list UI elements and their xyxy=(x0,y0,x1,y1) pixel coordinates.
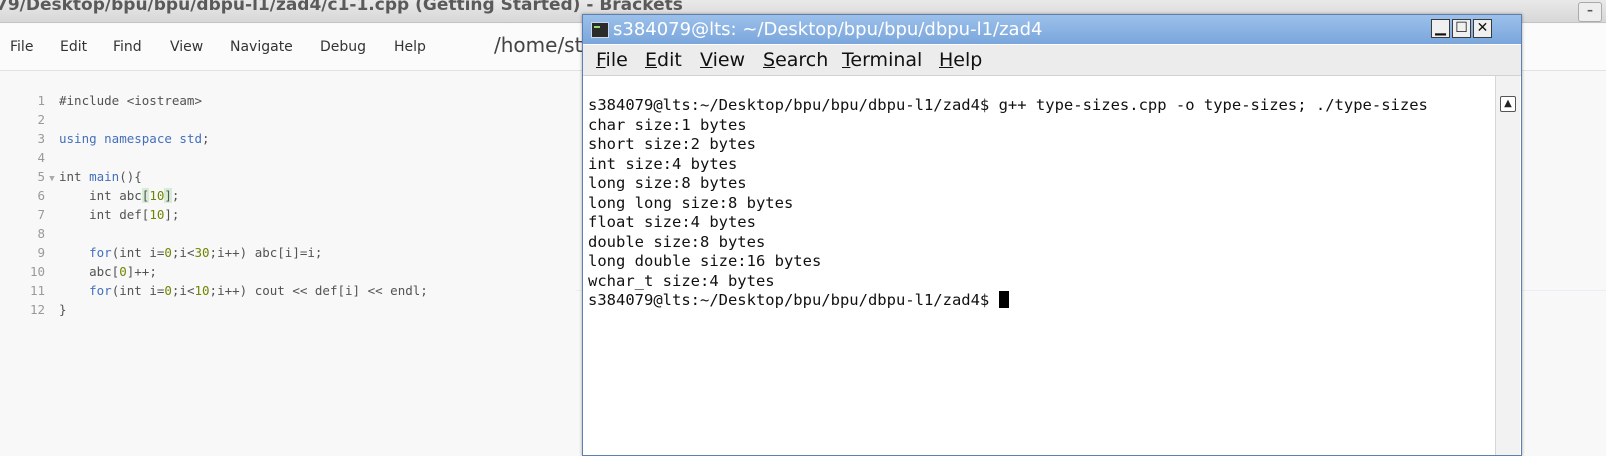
terminal-prompt-line[interactable]: s384079@lts:~/Desktop/bpu/bpu/dbpu-l1/za… xyxy=(588,290,1009,310)
terminal-line: short size:2 bytes xyxy=(588,135,756,153)
code-line[interactable]: 3 using namespace std; xyxy=(0,129,209,148)
brackets-menu-edit[interactable]: Edit xyxy=(60,39,87,55)
line-number: 12 xyxy=(29,302,45,317)
brackets-file-path: /home/st xyxy=(494,33,583,57)
line-number: 1 xyxy=(37,93,45,108)
line-number: 5 xyxy=(37,169,45,184)
code-line[interactable]: 7 int def[10]; xyxy=(0,205,179,224)
close-button[interactable]: ✕ xyxy=(1473,19,1492,38)
line-number: 4 xyxy=(37,150,45,165)
brackets-menu-find[interactable]: Find xyxy=(113,39,142,55)
terminal-line: wchar_t size:4 bytes xyxy=(588,272,775,290)
line-number: 3 xyxy=(37,131,45,146)
code-line[interactable]: 2 xyxy=(0,110,45,129)
code-line[interactable]: 12} xyxy=(0,300,67,319)
terminal-menu-help[interactable]: Help xyxy=(939,49,982,71)
terminal-cursor xyxy=(998,291,1009,308)
code-line[interactable]: 8 xyxy=(0,224,45,243)
terminal-line: long double size:16 bytes xyxy=(588,252,822,270)
brackets-menu-file[interactable]: File xyxy=(10,39,33,55)
terminal-window[interactable]: s384079@lts: ~/Desktop/bpu/bpu/dbpu-l1/z… xyxy=(582,14,1522,456)
terminal-menu-file[interactable]: File xyxy=(596,49,628,71)
terminal-menu-terminal[interactable]: Terminal xyxy=(842,49,922,71)
terminal-menu-view[interactable]: View xyxy=(700,49,745,71)
terminal-scrollbar[interactable]: ▲ xyxy=(1495,76,1520,455)
terminal-line: long long size:8 bytes xyxy=(588,194,794,212)
terminal-line: s384079@lts:~/Desktop/bpu/bpu/dbpu-l1/za… xyxy=(588,96,1428,114)
terminal-line: int size:4 bytes xyxy=(588,155,738,173)
brackets-window-title: 79/Desktop/bpu/bpu/dbpu-l1/zad4/c1-1.cpp… xyxy=(0,0,683,15)
line-number: 10 xyxy=(29,264,45,279)
line-number: 6 xyxy=(37,188,45,203)
code-line[interactable]: 1 #include <iostream> xyxy=(0,91,202,110)
line-number: 8 xyxy=(37,226,45,241)
brackets-menu-navigate[interactable]: Navigate xyxy=(230,39,293,55)
line-number: 9 xyxy=(37,245,45,260)
terminal-line: char size:1 bytes xyxy=(588,116,747,134)
code-line[interactable]: 4 xyxy=(0,148,45,167)
terminal-menu-bar: File Edit View Search Terminal Help xyxy=(583,45,1521,76)
brackets-menu-debug[interactable]: Debug xyxy=(320,39,366,55)
terminal-prompt: s384079@lts:~/Desktop/bpu/bpu/dbpu-l1/za… xyxy=(588,291,999,309)
code-line[interactable]: 5 ▼ int main(){ xyxy=(0,167,141,186)
brackets-menu-view[interactable]: View xyxy=(170,39,203,55)
bracket-match-highlight: ] xyxy=(164,188,172,203)
brackets-minimize-button[interactable]: – xyxy=(1578,2,1602,22)
terminal-menu-edit[interactable]: Edit xyxy=(645,49,682,71)
terminal-icon xyxy=(591,22,609,38)
terminal-window-title: s384079@lts: ~/Desktop/bpu/bpu/dbpu-l1/z… xyxy=(613,19,1043,40)
line-number: 2 xyxy=(37,112,45,127)
brackets-menu-help[interactable]: Help xyxy=(394,39,426,55)
code-line[interactable]: 10 abc[0]++; xyxy=(0,262,157,281)
terminal-output[interactable]: s384079@lts:~/Desktop/bpu/bpu/dbpu-l1/za… xyxy=(583,76,1493,455)
code-line[interactable]: 11 for(int i=0;i<10;i++) cout << def[i] … xyxy=(0,281,428,300)
scroll-up-arrow-icon[interactable]: ▲ xyxy=(1500,96,1516,112)
terminal-menu-search[interactable]: Search xyxy=(763,49,828,71)
line-number: 7 xyxy=(37,207,45,222)
terminal-line: long size:8 bytes xyxy=(588,174,747,192)
maximize-button[interactable]: ☐ xyxy=(1452,19,1471,38)
minimize-button[interactable]: ▁ xyxy=(1431,19,1450,38)
code-line[interactable]: 9 for(int i=0;i<30;i++) abc[i]=i; xyxy=(0,243,322,262)
terminal-line: float size:4 bytes xyxy=(588,213,756,231)
code-line[interactable]: 6 int abc[10]; xyxy=(0,186,179,205)
line-number: 11 xyxy=(29,283,45,298)
terminal-line: double size:8 bytes xyxy=(588,233,766,251)
terminal-title-bar[interactable]: s384079@lts: ~/Desktop/bpu/bpu/dbpu-l1/z… xyxy=(583,15,1521,44)
